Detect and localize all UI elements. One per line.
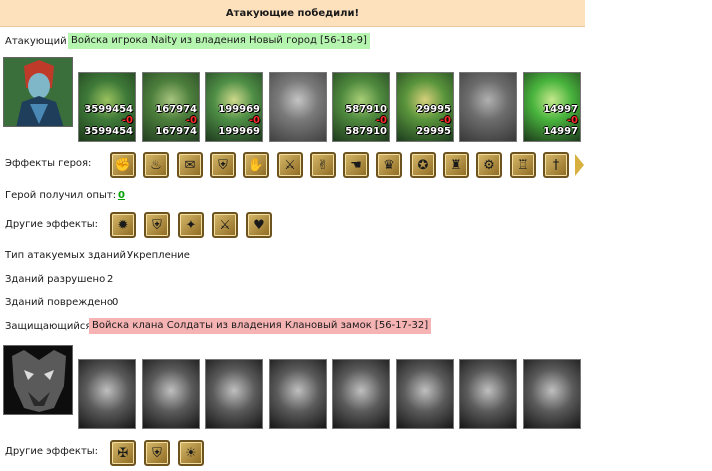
hero-effect-armor-icon[interactable]: ♜: [443, 152, 469, 178]
unit-count-c3: 199969: [218, 126, 260, 137]
hero-effect-dagger-icon[interactable]: †: [543, 152, 569, 178]
hero-effect-fist-icon[interactable]: ✊: [110, 152, 136, 178]
unit-count-c2: -0: [121, 115, 133, 126]
hero-effect-shield-icon[interactable]: ⛨: [210, 152, 236, 178]
attacker-unit-6[interactable]: 29995 -0 29995: [396, 72, 454, 142]
hero-effect-crown-icon[interactable]: ♛: [376, 152, 402, 178]
hero-effect-chain-icon[interactable]: ⚙: [476, 152, 502, 178]
unit-count-c3: 167974: [155, 126, 197, 137]
buildings-damaged-value: 0: [112, 297, 119, 308]
defender-unit-7[interactable]: [459, 359, 517, 429]
buildings-type-label: Тип атакуемых зданий: [5, 250, 126, 261]
unit-count-c1: 14997: [543, 104, 578, 115]
attacker-label: Атакующий: [5, 36, 67, 47]
defender-effect-shield-icon[interactable]: ⛨: [144, 440, 170, 466]
attacker-unit-1[interactable]: 3599454 -0 3599454: [78, 72, 136, 142]
scroll-right-icon[interactable]: [575, 154, 584, 176]
defender-effect-hand-fire-icon[interactable]: ☀: [178, 440, 204, 466]
defender-hero-portrait[interactable]: [3, 345, 73, 415]
defender-unit-5[interactable]: [332, 359, 390, 429]
buildings-destroyed-label: Зданий разрушено: [5, 274, 106, 285]
hero-effect-gauntlet-icon[interactable]: ✋: [243, 152, 269, 178]
defender-unit-4[interactable]: [269, 359, 327, 429]
battle-result-banner: Атакующие победили!: [0, 0, 585, 27]
unit-count-c1: 3599454: [84, 104, 133, 115]
hero-effect-sword-icon[interactable]: ⚔: [277, 152, 303, 178]
attacker-unit-2[interactable]: 167974 -0 167974: [142, 72, 200, 142]
hero-effect-hand-icon[interactable]: ☚: [343, 152, 369, 178]
other-effect-sword-glow-icon[interactable]: ✦: [178, 212, 204, 238]
attacker-other-effects-label: Другие эффекты:: [5, 219, 99, 230]
unit-count-c1: 167974: [155, 104, 197, 115]
hero-exp-label: Герой получил опыт:: [5, 190, 117, 201]
defender-unit-2[interactable]: [142, 359, 200, 429]
unit-count-c1: 587910: [345, 104, 387, 115]
hero-exp-value-link[interactable]: 0: [118, 190, 125, 201]
defender-portrait-image: [4, 346, 72, 414]
hero-effect-bracer-icon[interactable]: ♖: [510, 152, 536, 178]
attacker-unit-4[interactable]: [269, 72, 327, 142]
defender-unit-8[interactable]: [523, 359, 581, 429]
battle-result-title: Атакующие победили!: [225, 7, 360, 19]
defender-unit-6[interactable]: [396, 359, 454, 429]
attacker-unit-7[interactable]: [459, 72, 517, 142]
attacker-hero-portrait[interactable]: [3, 57, 73, 127]
unit-count-c2: -0: [375, 115, 387, 126]
attacker-unit-5[interactable]: 587910 -0 587910: [332, 72, 390, 142]
defender-label: Защищающийся: [5, 321, 92, 332]
unit-count-c3: 587910: [345, 126, 387, 137]
hero-effect-handshake-icon[interactable]: ✌: [310, 152, 336, 178]
unit-count-c3: 14997: [543, 126, 578, 137]
hero-effect-scroll-icon[interactable]: ✉: [177, 152, 203, 178]
attacker-unit-3[interactable]: 199969 -0 199969: [205, 72, 263, 142]
unit-count-c2: -0: [439, 115, 451, 126]
buildings-destroyed-value: 2: [107, 274, 114, 285]
other-effect-flame-icon[interactable]: ✹: [110, 212, 136, 238]
attacker-army-title: Войска игрока Naity из владения Новый го…: [68, 33, 370, 49]
unit-count-c1: 199969: [218, 104, 260, 115]
unit-count-c1: 29995: [416, 104, 451, 115]
defender-effect-rune-icon[interactable]: ✠: [110, 440, 136, 466]
buildings-type-value: Укрепление: [127, 250, 190, 261]
unit-count-c2: -0: [248, 115, 260, 126]
unit-count-c2: -0: [566, 115, 578, 126]
attacker-unit-8[interactable]: 14997 -0 14997: [523, 72, 581, 142]
buildings-damaged-label: Зданий повреждено: [5, 297, 113, 308]
other-effect-heart-sword-icon[interactable]: ♥: [246, 212, 272, 238]
defender-army-title: Войска клана Солдаты из владения Клановы…: [89, 318, 432, 334]
defender-unit-1[interactable]: [78, 359, 136, 429]
defender-other-effects-label: Другие эффекты:: [5, 446, 99, 457]
other-effect-fire-shield-icon[interactable]: ⛨: [144, 212, 170, 238]
hero-portrait-image: [4, 58, 72, 126]
defender-unit-3[interactable]: [205, 359, 263, 429]
hero-effect-star-seal-icon[interactable]: ✪: [410, 152, 436, 178]
unit-count-c2: -0: [185, 115, 197, 126]
unit-count-c3: 3599454: [84, 126, 133, 137]
hero-effect-horn-icon[interactable]: ♨: [143, 152, 169, 178]
unit-count-c3: 29995: [416, 126, 451, 137]
hero-effects-label: Эффекты героя:: [5, 158, 92, 169]
other-effect-blue-sword-icon[interactable]: ⚔: [212, 212, 238, 238]
